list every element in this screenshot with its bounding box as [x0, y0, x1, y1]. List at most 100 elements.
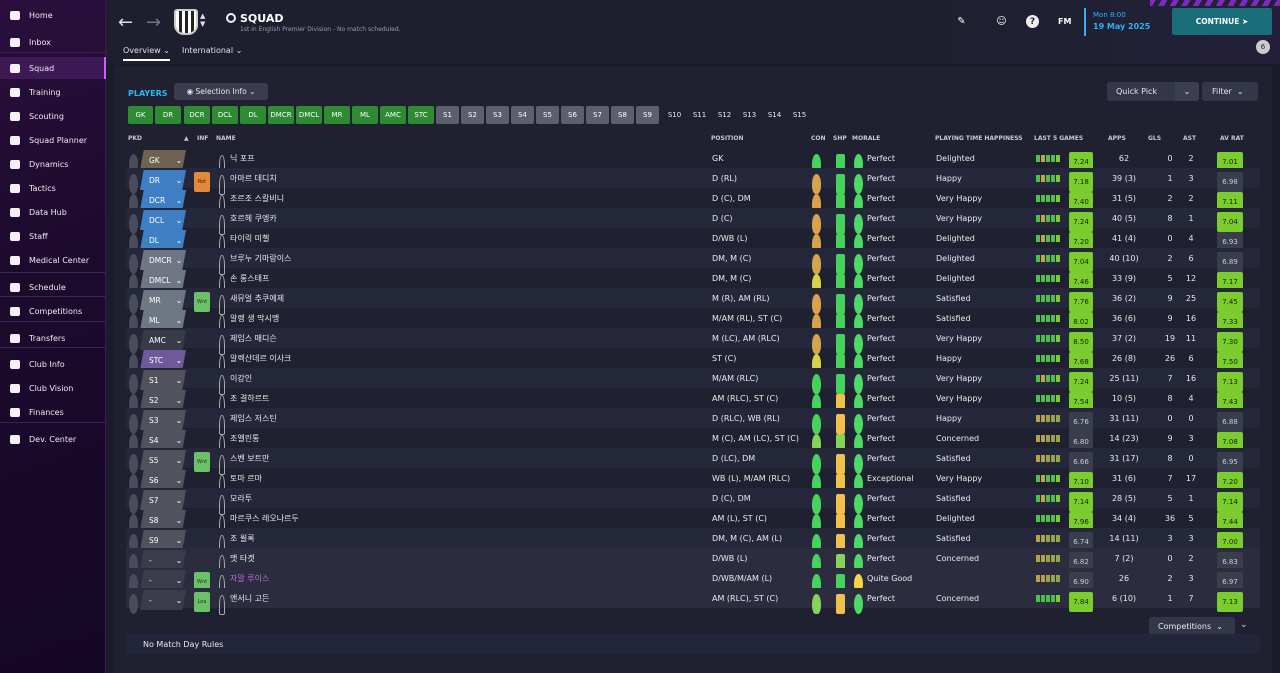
position-chip-ml[interactable]: ML [352, 106, 378, 124]
table-row[interactable]: S5 ⌄ Wnt 스벤 보트만 D (LC), DM Perfect Satisfied 6.… [126, 448, 1260, 475]
col-con[interactable]: CON [811, 135, 826, 142]
table-row[interactable]: S7 ⌄ 모라투 D (C), DM Perfect Satisfied 7.14 28 (5… [126, 488, 1260, 515]
chevron-down-icon[interactable]: ⌄ [170, 330, 188, 350]
chevron-up-down-icon[interactable]: ▲ ▼ [200, 12, 205, 28]
forward-arrow-icon[interactable]: → [146, 12, 161, 33]
sort-arrow-icon[interactable]: ▲ [184, 135, 189, 142]
club-crest-icon[interactable] [174, 9, 198, 35]
chevron-down-icon[interactable]: ⌄ [170, 350, 188, 370]
col-gls[interactable]: GLS [1148, 135, 1161, 142]
fm-logo[interactable]: FM [1058, 17, 1071, 26]
col-position[interactable]: POSITION [711, 135, 744, 142]
position-chip-s14[interactable]: S14 [763, 106, 786, 124]
table-row[interactable]: MR ⌄ Wnt 새뮤얼 추쿠에제 M (R), AM (RL) Perfect Satis… [126, 288, 1260, 315]
chevron-down-icon[interactable]: ⌄ [170, 310, 188, 330]
position-chip-s10[interactable]: S10 [663, 106, 686, 124]
sidebar-item-club-vision[interactable]: Club Vision [0, 377, 106, 399]
sidebar-item-finances[interactable]: Finances [0, 401, 106, 423]
player-name[interactable]: 브루누 기마랑이스 [230, 248, 291, 268]
sidebar-item-training[interactable]: Training [0, 81, 106, 103]
chevron-down-icon[interactable]: ⌄ [170, 510, 188, 530]
col-pkd[interactable]: PKD [128, 135, 142, 142]
player-name[interactable]: 조엘린통 [230, 428, 259, 448]
position-chip-mr[interactable]: MR [324, 106, 350, 124]
position-chip-s3[interactable]: S3 [486, 106, 509, 124]
table-row[interactable]: - ⌄ 맷 타겟 D/WB (L) Perfect Concerned 6.82 7 (2) 0… [126, 548, 1260, 575]
sidebar-item-inbox[interactable]: Inbox [0, 31, 106, 53]
chevron-down-icon[interactable]: ⌄ [170, 450, 188, 470]
chevron-down-icon[interactable]: ⌄ [170, 470, 188, 490]
table-row[interactable]: STC ⌄ 알렉산데르 이사크 ST (C) Perfect Happy 7.68 26 (8… [126, 348, 1260, 375]
table-row[interactable]: S4 ⌄ 조엘린통 M (C), AM (LC), ST (C) Perfect Conc… [126, 428, 1260, 455]
sidebar-item-data-hub[interactable]: Data Hub [0, 201, 106, 223]
position-chip-s2[interactable]: S2 [461, 106, 484, 124]
player-name[interactable]: 타이릭 미첼 [230, 228, 269, 248]
sidebar-item-competitions[interactable]: Competitions [0, 300, 106, 322]
sidebar-item-tactics[interactable]: Tactics [0, 177, 106, 199]
position-chip-dl[interactable]: DL [240, 106, 266, 124]
chevron-down-icon[interactable]: ⌄ [170, 370, 188, 390]
position-chip-gk[interactable]: GK [128, 106, 153, 124]
table-row[interactable]: S6 ⌄ 토마 르마 WB (L), M/AM (RLC) Exceptional Ver… [126, 468, 1260, 495]
player-name[interactable]: 알렝 생 막시맹 [230, 308, 279, 328]
table-row[interactable]: S1 ⌄ 이강인 M/AM (RLC) Perfect Very Happy 7.24 25 … [126, 368, 1260, 395]
pick-radio[interactable] [129, 593, 138, 614]
chevron-down-icon[interactable]: ⌄ [170, 230, 188, 250]
sidebar-item-squad-planner[interactable]: Squad Planner [0, 129, 106, 151]
chevron-down-icon[interactable]: ⌄ [170, 190, 188, 210]
table-row[interactable]: - ⌄ Wnt 자말 루이스 D/WB/M/AM (L) Quite Good 6.90 26… [126, 568, 1260, 595]
search-icon[interactable] [226, 13, 236, 23]
sidebar-item-club-info[interactable]: Club Info [0, 353, 106, 375]
chevron-down-icon[interactable]: ⌄ [170, 490, 188, 510]
sidebar-item-home[interactable]: Home [0, 4, 106, 26]
sidebar-item-schedule[interactable]: Schedule [0, 276, 106, 298]
player-name[interactable]: 아마르 데디치 [230, 168, 277, 188]
col-shp[interactable]: SHP [833, 135, 847, 142]
chevron-down-icon[interactable]: ⌄ [170, 590, 188, 610]
position-chip-s11[interactable]: S11 [688, 106, 711, 124]
chevron-down-icon[interactable]: ⌄ [170, 250, 188, 270]
table-row[interactable]: DCR ⌄ 조르조 스칼비니 D (C), DM Perfect Very Happy 7.… [126, 188, 1260, 215]
col-name[interactable]: NAME [216, 135, 236, 142]
position-chip-amc[interactable]: AMC [380, 106, 406, 124]
player-name[interactable]: 제임스 저스틴 [230, 408, 277, 428]
filter-button[interactable]: Filter ⌄ [1202, 82, 1258, 101]
back-arrow-icon[interactable]: ← [118, 12, 133, 33]
col-happiness[interactable]: PLAYING TIME HAPPINESS [935, 135, 1023, 142]
col-ast[interactable]: AST [1183, 135, 1196, 142]
col-morale[interactable]: MORALE [852, 135, 880, 142]
position-chip-dr[interactable]: DR [155, 106, 181, 124]
chevron-down-icon[interactable]: ⌄ [170, 410, 188, 430]
position-chip-dcr[interactable]: DCR [184, 106, 210, 124]
player-name[interactable]: 조 결하르트 [230, 388, 269, 408]
player-name[interactable]: 손 롱스태프 [230, 268, 269, 288]
position-chip-dmcr[interactable]: DMCR [268, 106, 294, 124]
player-name[interactable]: 자말 루이스 [230, 568, 269, 588]
continue-button[interactable]: CONTINUE ➤ [1172, 8, 1272, 35]
col-last5[interactable]: LAST 5 GAMES [1034, 135, 1083, 142]
sidebar-item-staff[interactable]: Staff [0, 225, 106, 247]
position-chip-s4[interactable]: S4 [511, 106, 534, 124]
table-row[interactable]: S8 ⌄ 마르쿠스 레오나르두 AM (L), ST (C) Perfect Deligh… [126, 508, 1260, 535]
player-name[interactable]: 이강인 [230, 368, 252, 388]
chevron-down-icon[interactable]: ⌄ [1240, 620, 1248, 630]
table-row[interactable]: S3 ⌄ 제임스 저스틴 D (RLC), WB (RL) Perfect Happy 6.… [126, 408, 1260, 435]
chevron-down-icon[interactable]: ⌄ [170, 150, 188, 170]
edit-pencil-icon[interactable]: ✎ [955, 15, 968, 28]
col-inf[interactable]: INF [197, 135, 208, 142]
help-icon[interactable]: ? [1026, 15, 1039, 28]
quick-pick-button[interactable]: Quick Pick ⌄ [1107, 82, 1199, 101]
sidebar-item-squad[interactable]: Squad [0, 57, 106, 79]
player-name[interactable]: 호르헤 쿠엥카 [230, 208, 277, 228]
position-chip-s6[interactable]: S6 [561, 106, 584, 124]
chevron-down-icon[interactable]: ⌄ [170, 270, 188, 290]
table-row[interactable]: DMCL ⌄ 손 롱스태프 DM, M (C) Perfect Delighted 7.46… [126, 268, 1260, 295]
position-chip-s1[interactable]: S1 [436, 106, 459, 124]
table-row[interactable]: ML ⌄ 알렝 생 막시맹 M/AM (RL), ST (C) Perfect Satis… [126, 308, 1260, 335]
chevron-down-icon[interactable]: ⌄ [170, 430, 188, 450]
table-row[interactable]: AMC ⌄ 제임스 매디슨 M (LC), AM (RLC) Perfect Very H… [126, 328, 1260, 355]
table-row[interactable]: S9 ⌄ 조 윌록 DM, M (C), AM (L) Perfect Satisfied… [126, 528, 1260, 555]
player-name[interactable]: 알렉산데르 이사크 [230, 348, 291, 368]
position-chip-dcl[interactable]: DCL [212, 106, 238, 124]
table-row[interactable]: DMCR ⌄ 브루누 기마랑이스 DM, M (C) Perfect Delighted 7… [126, 248, 1260, 275]
